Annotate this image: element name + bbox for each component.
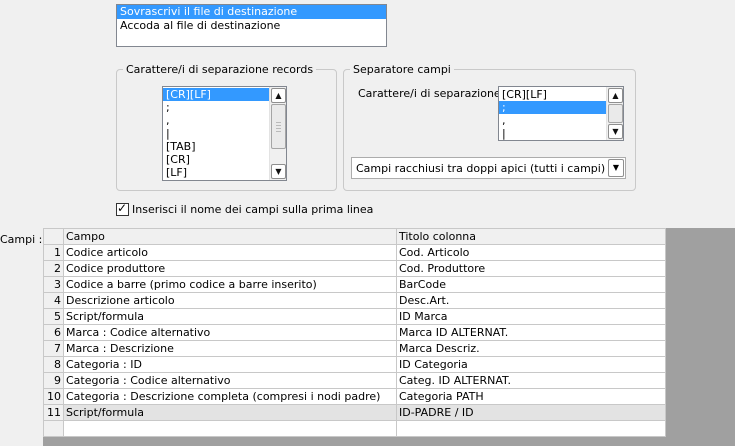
titolo-cell[interactable]: BarCode bbox=[396, 276, 666, 293]
row-number-cell: 5 bbox=[43, 308, 64, 325]
row-number-cell: 8 bbox=[43, 356, 64, 373]
record-separator-option[interactable]: [LF] bbox=[163, 166, 269, 179]
campo-cell[interactable] bbox=[63, 420, 397, 437]
row-number-cell: 11 bbox=[43, 404, 64, 421]
titolo-cell[interactable] bbox=[396, 420, 666, 437]
header-names-checkbox[interactable]: ✓ Inserisci il nome dei campi sulla prim… bbox=[116, 201, 373, 217]
table-row[interactable]: 5 Script/formula ID Marca bbox=[43, 308, 666, 325]
record-separator-option[interactable]: [TAB] bbox=[163, 140, 269, 153]
campo-cell[interactable]: Categoria : ID bbox=[63, 356, 397, 373]
table-row[interactable]: 3 Codice a barre (primo codice a barre in… bbox=[43, 276, 666, 293]
chevron-up-icon[interactable]: ▲ bbox=[271, 88, 286, 103]
titolo-cell[interactable]: Categ. ID ALTERNAT. bbox=[396, 372, 666, 389]
fields-label: Campi : bbox=[0, 233, 43, 246]
table-row[interactable]: 1 Codice articolo Cod. Articolo bbox=[43, 244, 666, 261]
campo-cell[interactable]: Script/formula bbox=[63, 404, 397, 421]
campo-cell[interactable]: Codice a barre (primo codice a barre ins… bbox=[63, 276, 397, 293]
table-row[interactable]: 7 Marca : Descrizione Marca Descriz. bbox=[43, 340, 666, 357]
campo-cell[interactable]: Categoria : Codice alternativo bbox=[63, 372, 397, 389]
campo-cell[interactable]: Script/formula bbox=[63, 308, 397, 325]
titolo-cell[interactable]: ID Marca bbox=[396, 308, 666, 325]
chevron-up-icon[interactable]: ▲ bbox=[608, 88, 623, 103]
row-number-cell: 4 bbox=[43, 292, 64, 309]
campo-cell[interactable]: Marca : Descrizione bbox=[63, 340, 397, 357]
checkbox-box[interactable]: ✓ bbox=[116, 200, 129, 216]
field-separator-option[interactable]: , bbox=[499, 114, 606, 127]
titolo-cell[interactable]: Marca Descriz. bbox=[396, 340, 666, 357]
campo-cell[interactable]: Marca : Codice alternativo bbox=[63, 324, 397, 341]
field-separator-option[interactable]: | bbox=[499, 127, 606, 140]
table-row[interactable]: 9 Categoria : Codice alternativo Categ. ID… bbox=[43, 372, 666, 389]
row-number-cell: 9 bbox=[43, 372, 64, 389]
row-number-cell: 10 bbox=[43, 388, 64, 405]
table-row[interactable]: 8 Categoria : ID ID Categoria bbox=[43, 356, 666, 373]
titolo-cell[interactable]: Marca ID ALTERNAT. bbox=[396, 324, 666, 341]
record-separator-list[interactable]: [CR][LF];, | [TAB] [CR] [LF] ▲ ▼ bbox=[162, 86, 287, 181]
table-row[interactable]: 2 Codice produttore Cod. Produttore bbox=[43, 260, 666, 277]
table-row[interactable] bbox=[43, 420, 666, 437]
record-separator-option[interactable]: | bbox=[163, 127, 269, 140]
row-number-cell: 3 bbox=[43, 276, 64, 293]
quote-mode-value: Campi racchiusi tra doppi apici (tutti i… bbox=[356, 162, 606, 175]
row-number-cell: 1 bbox=[43, 244, 64, 261]
campo-cell[interactable]: Categoria : Descrizione completa (compre… bbox=[63, 388, 397, 405]
campo-cell[interactable]: Descrizione articolo bbox=[63, 292, 397, 309]
record-separator-option[interactable]: [CR] bbox=[163, 153, 269, 166]
titolo-cell[interactable]: Categoria PATH bbox=[396, 388, 666, 405]
grid-corner-header bbox=[43, 228, 64, 245]
fields-grid[interactable]: Campo Titolo colonna 1 Codice articolo Cod… bbox=[43, 228, 666, 437]
titolo-cell[interactable]: ID-PADRE / ID bbox=[396, 404, 666, 421]
column-header-titolo[interactable]: Titolo colonna bbox=[396, 228, 666, 245]
chevron-down-icon[interactable]: ▼ bbox=[608, 159, 624, 177]
campo-cell[interactable]: Codice produttore bbox=[63, 260, 397, 277]
record-separator-title: Carattere/i di separazione records bbox=[123, 63, 317, 76]
write-mode-append-option[interactable]: Accoda al file di destinazione bbox=[117, 19, 386, 33]
checkmark-icon: ✓ bbox=[117, 200, 128, 215]
write-mode-list[interactable]: Sovrascrivi il file di destinazione Acco… bbox=[116, 4, 387, 47]
record-separator-option[interactable]: , bbox=[163, 114, 269, 127]
table-row[interactable]: 4 Descrizione articolo Desc.Art. bbox=[43, 292, 666, 309]
field-separator-label: Carattere/i di separazione : bbox=[358, 87, 508, 100]
field-separator-title: Separatore campi bbox=[350, 63, 454, 76]
field-separator-option[interactable]: [CR][LF] bbox=[499, 88, 606, 101]
fields-grid-area: Campo Titolo colonna 1 Codice articolo Cod… bbox=[43, 228, 735, 446]
row-number-cell: 6 bbox=[43, 324, 64, 341]
quote-mode-combobox[interactable]: Campi racchiusi tra doppi apici (tutti i… bbox=[351, 157, 626, 179]
scroll-thumb[interactable] bbox=[271, 104, 286, 149]
field-separator-list[interactable]: [CR][LF];, | ▲ ▼ bbox=[498, 86, 624, 141]
write-mode-overwrite-option[interactable]: Sovrascrivi il file di destinazione bbox=[117, 5, 386, 19]
field-separator-scrollbar[interactable]: ▲ ▼ bbox=[606, 87, 623, 140]
column-header-campo[interactable]: Campo bbox=[63, 228, 397, 245]
row-number-cell: 7 bbox=[43, 340, 64, 357]
table-row[interactable]: 10 Categoria : Descrizione completa (comp… bbox=[43, 388, 666, 405]
titolo-cell[interactable]: Cod. Produttore bbox=[396, 260, 666, 277]
record-separator-option[interactable]: [CR][LF] bbox=[163, 88, 269, 101]
row-number-cell: 2 bbox=[43, 260, 64, 277]
titolo-cell[interactable]: ID Categoria bbox=[396, 356, 666, 373]
field-separator-option[interactable]: ; bbox=[499, 101, 606, 114]
row-number-cell bbox=[43, 420, 64, 437]
header-names-label: Inserisci il nome dei campi sulla prima … bbox=[132, 202, 374, 216]
chevron-down-icon[interactable]: ▼ bbox=[271, 164, 286, 179]
record-separator-option[interactable]: ; bbox=[163, 101, 269, 114]
titolo-cell[interactable]: Desc.Art. bbox=[396, 292, 666, 309]
record-separator-scrollbar[interactable]: ▲ ▼ bbox=[269, 87, 286, 180]
table-row[interactable]: 6 Marca : Codice alternativo Marca ID ALTE… bbox=[43, 324, 666, 341]
titolo-cell[interactable]: Cod. Articolo bbox=[396, 244, 666, 261]
table-row[interactable]: 11 Script/formula ID-PADRE / ID bbox=[43, 404, 666, 421]
chevron-down-icon[interactable]: ▼ bbox=[608, 124, 623, 139]
scroll-thumb[interactable] bbox=[608, 104, 623, 123]
campo-cell[interactable]: Codice articolo bbox=[63, 244, 397, 261]
